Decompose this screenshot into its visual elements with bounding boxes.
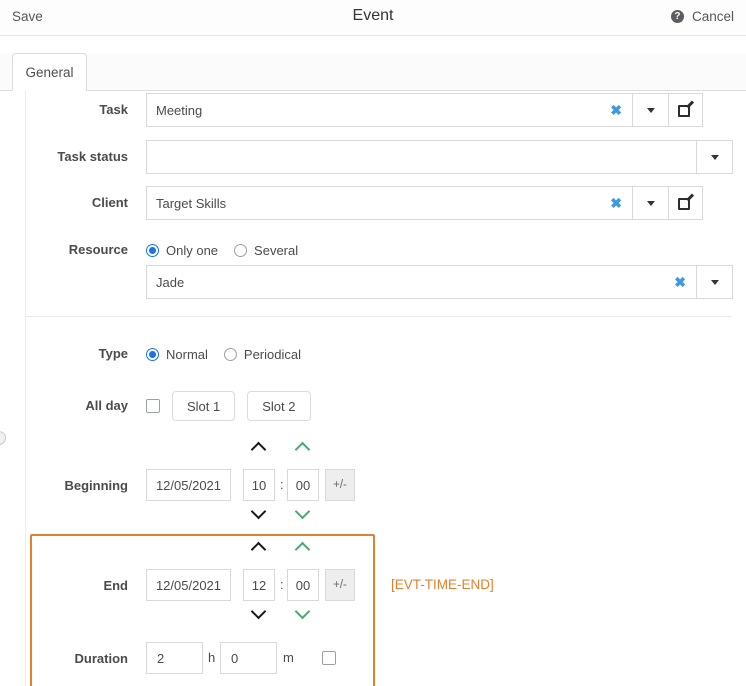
radio-label: Only one <box>166 243 218 258</box>
client-dropdown-button[interactable] <box>633 186 669 220</box>
radio-indicator <box>234 244 247 257</box>
clear-icon[interactable]: ✖ <box>610 103 632 117</box>
task-edit-button[interactable] <box>669 93 703 127</box>
end-time-separator: : <box>280 569 284 601</box>
radio-indicator-selected <box>146 348 159 361</box>
task-value: Meeting <box>156 103 610 118</box>
chevron-down-icon <box>711 155 719 160</box>
field-row-resource-value: Jade ✖ <box>0 265 746 299</box>
field-row-task: Task Meeting ✖ <box>0 93 746 127</box>
window-titlebar: Save Event ? Cancel <box>0 0 746 36</box>
page-title: Event <box>0 7 746 25</box>
duration-checkbox[interactable] <box>322 651 336 665</box>
field-row-duration: Duration 2 h 0 m <box>0 642 746 676</box>
event-form: Task Meeting ✖ Task status Client Target… <box>0 91 746 686</box>
resource-value: Jade <box>156 275 674 290</box>
resource-input[interactable]: Jade ✖ <box>146 265 697 299</box>
end-minute-increment-icon[interactable] <box>296 543 311 552</box>
slot-2-button[interactable]: Slot 2 <box>247 391 310 421</box>
client-edit-button[interactable] <box>669 186 703 220</box>
client-input[interactable]: Target Skills ✖ <box>146 186 633 220</box>
end-hour-increment-icon[interactable] <box>252 543 267 552</box>
client-value: Target Skills <box>156 196 610 211</box>
type-radio-group: Normal Periodical <box>146 337 301 371</box>
radio-label: Normal <box>166 347 208 362</box>
slot-1-button[interactable]: Slot 1 <box>172 391 235 421</box>
edit-icon <box>678 103 693 118</box>
task-status-label: Task status <box>0 140 128 174</box>
duration-hours-unit: h <box>208 642 215 674</box>
radio-only-one[interactable]: Only one <box>146 243 218 258</box>
task-status-dropdown-button[interactable] <box>697 140 733 174</box>
radio-periodical[interactable]: Periodical <box>224 347 301 362</box>
duration-label: Duration <box>0 642 128 676</box>
beginning-hour-decrement-icon[interactable] <box>252 507 267 516</box>
all-day-checkbox[interactable] <box>146 399 160 413</box>
beginning-minute-increment-icon[interactable] <box>296 443 311 452</box>
field-row-all-day: All day Slot 1 Slot 2 <box>0 389 746 423</box>
client-label: Client <box>0 186 128 220</box>
all-day-label: All day <box>0 389 128 423</box>
beginning-minute-decrement-icon[interactable] <box>296 507 311 516</box>
end-date-input[interactable]: 12/05/2021 <box>146 569 231 601</box>
radio-normal[interactable]: Normal <box>146 347 208 362</box>
cancel-button[interactable]: Cancel <box>692 9 734 24</box>
task-label: Task <box>0 93 128 127</box>
chevron-down-icon <box>647 108 655 113</box>
field-row-type: Type Normal Periodical <box>0 337 746 371</box>
field-row-end: End 12/05/2021 12 : 00 +/- [EVT-TIME-END… <box>0 569 746 603</box>
help-icon[interactable]: ? <box>671 10 684 23</box>
duration-minutes-input[interactable]: 0 <box>220 642 277 674</box>
end-minute-decrement-icon[interactable] <box>296 607 311 616</box>
beginning-time-separator: : <box>280 469 284 501</box>
chevron-down-icon <box>711 280 719 285</box>
end-hour-decrement-icon[interactable] <box>252 607 267 616</box>
task-status-input[interactable] <box>146 140 697 174</box>
edit-icon <box>678 196 693 211</box>
offscreen-handle-icon <box>0 431 6 445</box>
task-dropdown-button[interactable] <box>633 93 669 127</box>
titlebar-right-group: ? Cancel <box>671 9 734 24</box>
beginning-label: Beginning <box>0 469 128 503</box>
annotation-label: [EVT-TIME-END] <box>391 577 494 592</box>
clear-icon[interactable]: ✖ <box>610 196 632 210</box>
end-hour-input[interactable]: 12 <box>243 569 275 601</box>
all-day-controls: Slot 1 Slot 2 <box>146 389 311 423</box>
resource-dropdown-button[interactable] <box>697 265 733 299</box>
beginning-hour-increment-icon[interactable] <box>252 443 267 452</box>
end-minute-input[interactable]: 00 <box>287 569 319 601</box>
chevron-down-icon <box>647 201 655 206</box>
beginning-hour-input[interactable]: 10 <box>243 469 275 501</box>
tab-general[interactable]: General <box>12 53 87 91</box>
beginning-minute-input[interactable]: 00 <box>287 469 319 501</box>
duration-hours-input[interactable]: 2 <box>146 642 203 674</box>
beginning-date-input[interactable]: 12/05/2021 <box>146 469 231 501</box>
type-label: Type <box>0 337 128 371</box>
resource-label: Resource <box>0 233 128 267</box>
radio-indicator-selected <box>146 244 159 257</box>
tab-strip: General <box>0 53 746 91</box>
field-row-resource: Resource Only one Several <box>0 233 746 267</box>
section-divider <box>25 316 731 317</box>
field-row-task-status: Task status <box>0 140 746 174</box>
task-input[interactable]: Meeting ✖ <box>146 93 633 127</box>
resource-radio-group: Only one Several <box>146 233 298 267</box>
radio-indicator <box>224 348 237 361</box>
field-row-beginning: Beginning 12/05/2021 10 : 00 +/- <box>0 469 746 503</box>
beginning-pm-toggle[interactable]: +/- <box>325 469 355 501</box>
duration-minutes-unit: m <box>283 642 294 674</box>
end-label: End <box>0 569 128 603</box>
end-pm-toggle[interactable]: +/- <box>325 569 355 601</box>
clear-icon[interactable]: ✖ <box>674 275 696 289</box>
field-row-client: Client Target Skills ✖ <box>0 186 746 220</box>
radio-several[interactable]: Several <box>234 243 298 258</box>
radio-label: Several <box>254 243 298 258</box>
radio-label: Periodical <box>244 347 301 362</box>
